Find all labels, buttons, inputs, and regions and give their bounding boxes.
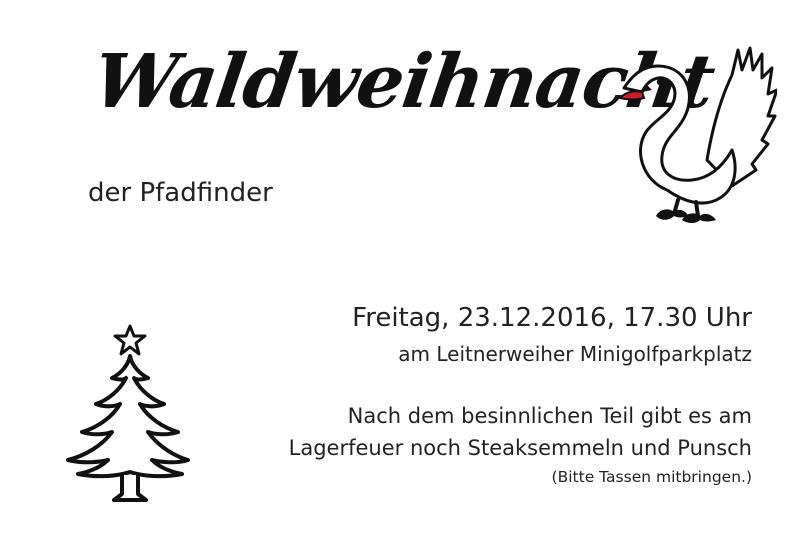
invitation-card: Waldweihnacht der Pfadfinder Freitag, 23… — [0, 0, 800, 554]
christmas-tree-icon — [66, 324, 190, 502]
event-info-line-1: Nach dem besinnlichen Teil gibt es am — [347, 404, 752, 428]
swan-icon — [618, 46, 777, 223]
event-details: Freitag, 23.12.2016, 17.30 Uhr am Leitne… — [289, 298, 752, 490]
event-location: am Leitnerweiher Minigolfparkplatz — [398, 342, 752, 366]
invitation-subtitle: der Pfadfinder — [88, 178, 273, 208]
event-date-time: Freitag, 23.12.2016, 17.30 Uhr — [352, 303, 752, 333]
event-info-line-2: Lagerfeuer noch Steaksemmeln und Punsch — [288, 436, 752, 460]
event-note: (Bitte Tassen mitbringen.) — [551, 468, 752, 486]
